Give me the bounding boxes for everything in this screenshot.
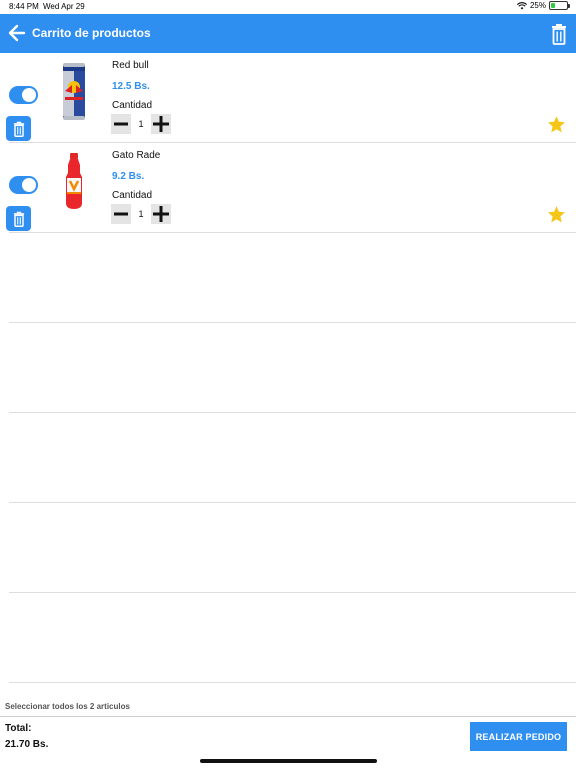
product-image-can xyxy=(63,63,85,120)
cart-item: Gato Rade 9.2 Bs. Cantidad 1 xyxy=(0,143,576,233)
item-select-toggle[interactable] xyxy=(9,176,38,194)
page-title: Carrito de productos xyxy=(32,26,151,40)
total-label: Total: xyxy=(5,723,32,734)
delete-item-button[interactable] xyxy=(6,116,31,141)
status-right: 25% xyxy=(517,1,570,10)
status-time: 8:44 PM xyxy=(9,2,39,11)
minus-icon xyxy=(114,212,128,216)
status-date: Wed Apr 29 xyxy=(43,2,85,11)
trash-icon xyxy=(13,121,24,137)
empty-row-divider xyxy=(9,682,576,683)
status-bar: 8:44 PM Wed Apr 29 25% xyxy=(0,0,576,14)
delete-item-button[interactable] xyxy=(6,206,31,231)
app-header: Carrito de productos xyxy=(0,14,576,53)
select-all-link[interactable]: Seleccionar todos los 2 articulos xyxy=(5,702,130,711)
quantity-stepper: 1 xyxy=(111,114,171,134)
row-divider xyxy=(9,232,576,233)
empty-row-divider xyxy=(9,592,576,593)
increase-quantity-button[interactable] xyxy=(151,114,171,134)
quantity-stepper: 1 xyxy=(111,204,171,224)
product-image-bottle xyxy=(66,153,82,209)
empty-row-divider xyxy=(9,502,576,503)
empty-row-divider xyxy=(9,322,576,323)
battery-percent: 25% xyxy=(529,1,546,10)
item-select-toggle[interactable] xyxy=(9,86,38,104)
cart-item: Red bull 12.5 Bs. Cantidad 1 xyxy=(0,53,576,143)
plus-icon xyxy=(153,116,169,132)
increase-quantity-button[interactable] xyxy=(151,204,171,224)
wifi-icon xyxy=(517,1,527,9)
star-icon[interactable] xyxy=(547,205,566,224)
quantity-label: Cantidad xyxy=(112,190,153,201)
star-icon[interactable] xyxy=(547,115,566,134)
product-price: 12.5 Bs. xyxy=(112,81,150,92)
trash-icon xyxy=(13,211,24,227)
quantity-label: Cantidad xyxy=(112,100,153,111)
quantity-value: 1 xyxy=(138,119,144,129)
arrow-left-icon[interactable] xyxy=(7,22,27,44)
product-name: Red bull xyxy=(112,60,149,71)
home-indicator xyxy=(200,759,377,763)
total-value: 21.70 Bs. xyxy=(5,739,49,750)
decrease-quantity-button[interactable] xyxy=(111,114,131,134)
battery-icon xyxy=(549,1,570,10)
empty-row-divider xyxy=(9,412,576,413)
decrease-quantity-button[interactable] xyxy=(111,204,131,224)
trash-icon[interactable] xyxy=(551,23,567,45)
minus-icon xyxy=(114,122,128,126)
quantity-value: 1 xyxy=(138,209,144,219)
place-order-button[interactable]: REALIZAR PEDIDO xyxy=(470,722,567,751)
product-name: Gato Rade xyxy=(112,150,161,161)
product-price: 9.2 Bs. xyxy=(112,171,145,182)
plus-icon xyxy=(153,206,169,222)
